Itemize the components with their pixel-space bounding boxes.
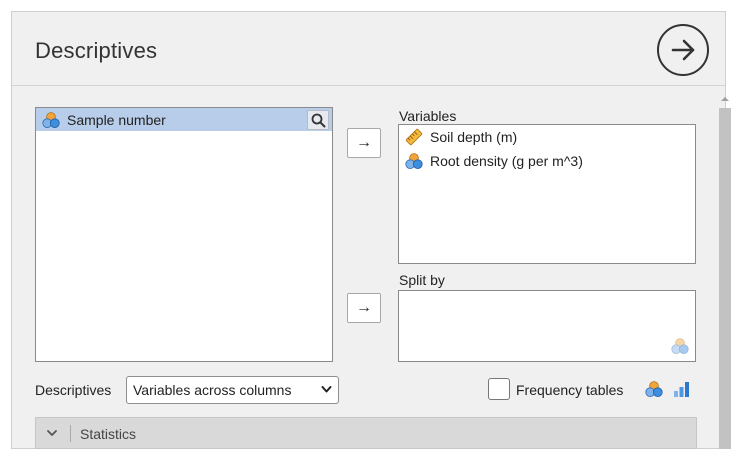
- variable-label: Soil depth (m): [430, 129, 518, 145]
- chevron-down-icon: [321, 386, 332, 393]
- ruler-scale-icon: [405, 128, 423, 146]
- search-button[interactable]: [307, 110, 329, 130]
- layout-select-value: Variables across columns: [133, 382, 292, 398]
- variables-label: Variables: [399, 108, 457, 124]
- layout-select[interactable]: Variables across columns: [126, 376, 339, 404]
- arrow-right-icon: →: [356, 299, 372, 316]
- nominal-variable-icon: [42, 111, 60, 128]
- page-title: Descriptives: [35, 38, 158, 63]
- arrow-right-circle-icon: [671, 39, 695, 61]
- nominal-variable-icon: [405, 153, 423, 169]
- scroll-thumb[interactable]: [719, 108, 731, 449]
- list-item[interactable]: Sample number: [36, 108, 332, 131]
- arrow-right-icon: →: [356, 134, 372, 151]
- panel-header: Descriptives: [12, 12, 725, 86]
- variable-label: Root density (g per m^3): [430, 153, 583, 169]
- nominal-variable-icon: [671, 338, 689, 354]
- divider: [70, 425, 71, 442]
- search-icon: [311, 113, 325, 127]
- variables-target-list[interactable]: Soil depth (m) Root density (g per m^3): [398, 124, 696, 264]
- nominal-variable-icon: [645, 381, 663, 397]
- statistics-section-header[interactable]: Statistics: [35, 417, 697, 449]
- section-title: Statistics: [80, 426, 137, 442]
- source-variable-list[interactable]: Sample number: [35, 107, 333, 362]
- chevron-down-icon: [47, 430, 57, 436]
- run-analysis-button[interactable]: [657, 24, 709, 76]
- list-item[interactable]: Soil depth (m): [399, 125, 695, 149]
- list-item[interactable]: Root density (g per m^3): [399, 149, 695, 173]
- scroll-up-icon[interactable]: [720, 94, 730, 104]
- variable-label: Sample number: [67, 111, 166, 128]
- frequency-tables-checkbox[interactable]: [488, 378, 510, 400]
- frequency-tables-label: Frequency tables: [516, 382, 624, 398]
- split-by-target-list[interactable]: [398, 290, 696, 362]
- add-to-split-by-button[interactable]: →: [347, 293, 381, 323]
- add-to-variables-button[interactable]: →: [347, 128, 381, 158]
- ordinal-variable-icon: [674, 382, 689, 397]
- descriptives-layout-label: Descriptives: [35, 382, 112, 398]
- split-by-label: Split by: [399, 272, 445, 288]
- scrollbar[interactable]: [717, 92, 733, 449]
